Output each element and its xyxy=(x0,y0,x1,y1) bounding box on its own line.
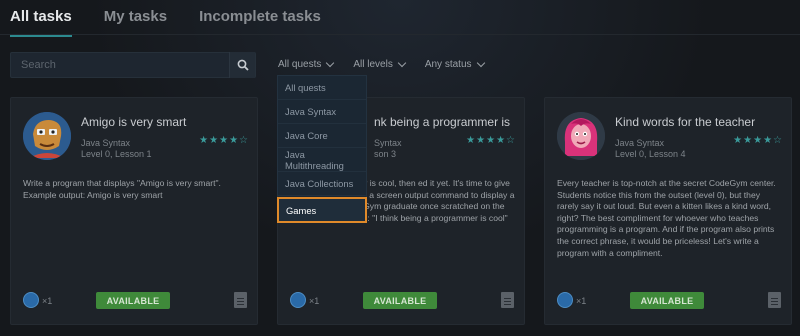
chevron-down-icon xyxy=(476,58,485,68)
dropdown-item-java-multithreading[interactable]: Java Multithreading xyxy=(278,148,366,172)
card-title[interactable]: nk being a programmer is xyxy=(374,115,510,129)
dropdown-item-java-collections[interactable]: Java Collections xyxy=(278,172,366,196)
card-quest: Syntax xyxy=(374,138,402,148)
status-badge[interactable]: AVAILABLE xyxy=(363,292,437,309)
filter-status[interactable]: Any status xyxy=(424,58,485,70)
pill-count: ×1 xyxy=(309,296,320,306)
filter-status-label: Any status xyxy=(424,59,472,70)
rating-stars: ★★★★☆ xyxy=(733,135,783,146)
tab-my-tasks[interactable]: My tasks xyxy=(104,8,167,37)
avatar xyxy=(557,112,605,160)
dropdown-item-java-syntax[interactable]: Java Syntax xyxy=(278,100,366,124)
card-level: son 3 xyxy=(374,149,397,159)
tab-all-tasks[interactable]: All tasks xyxy=(10,8,72,37)
search-input[interactable] xyxy=(11,53,229,77)
search-button[interactable] xyxy=(229,52,255,78)
status-badge[interactable]: AVAILABLE xyxy=(96,292,170,309)
filter-quests-label: All quests xyxy=(278,59,322,70)
filter-bar: All quests All levels Any status xyxy=(278,58,485,70)
avatar xyxy=(23,112,71,160)
tabs-divider xyxy=(0,34,800,35)
dropdown-item-games[interactable]: Games xyxy=(277,197,367,223)
rating-stars: ★★★★☆ xyxy=(466,135,516,146)
card-quest: Java Syntax xyxy=(81,138,131,148)
filter-levels-label: All levels xyxy=(353,59,393,70)
tab-incomplete-tasks[interactable]: Incomplete tasks xyxy=(199,8,321,37)
dropdown-item-all-quests[interactable]: All quests xyxy=(278,76,366,100)
task-tabs: All tasks My tasks Incomplete tasks xyxy=(10,8,321,37)
chevron-down-icon xyxy=(397,58,407,68)
pill-count: ×1 xyxy=(576,296,587,306)
search-icon xyxy=(237,59,249,71)
rating-stars: ★★★★☆ xyxy=(199,135,249,146)
card-level: Level 0, Lesson 4 xyxy=(615,149,686,159)
card-quest: Java Syntax xyxy=(615,138,665,148)
document-icon[interactable] xyxy=(234,292,247,308)
card-level: Level 0, Lesson 1 xyxy=(81,149,152,159)
pill-count: ×1 xyxy=(42,296,53,306)
dropdown-item-java-core[interactable]: Java Core xyxy=(278,124,366,148)
card-description: Write a program that displays "Amigo is … xyxy=(23,178,221,200)
task-card[interactable]: Kind words for the teacher Java Syntax L… xyxy=(544,97,792,325)
document-icon[interactable] xyxy=(768,292,781,308)
document-icon[interactable] xyxy=(501,292,514,308)
filter-quests[interactable]: All quests xyxy=(278,58,335,70)
quest-dropdown-menu: All quests Java Syntax Java Core Java Mu… xyxy=(277,75,367,223)
card-title[interactable]: Kind words for the teacher xyxy=(615,115,755,129)
card-description: Every teacher is top-notch at the secret… xyxy=(557,178,776,258)
pill-icon xyxy=(290,292,306,308)
status-badge[interactable]: AVAILABLE xyxy=(630,292,704,309)
search-box xyxy=(10,52,256,78)
filter-levels[interactable]: All levels xyxy=(353,58,407,70)
chevron-down-icon xyxy=(326,58,335,68)
task-card[interactable]: Amigo is very smart Java Syntax Level 0,… xyxy=(10,97,258,325)
card-title[interactable]: Amigo is very smart xyxy=(81,115,186,129)
pill-icon xyxy=(557,292,573,308)
pill-icon xyxy=(23,292,39,308)
